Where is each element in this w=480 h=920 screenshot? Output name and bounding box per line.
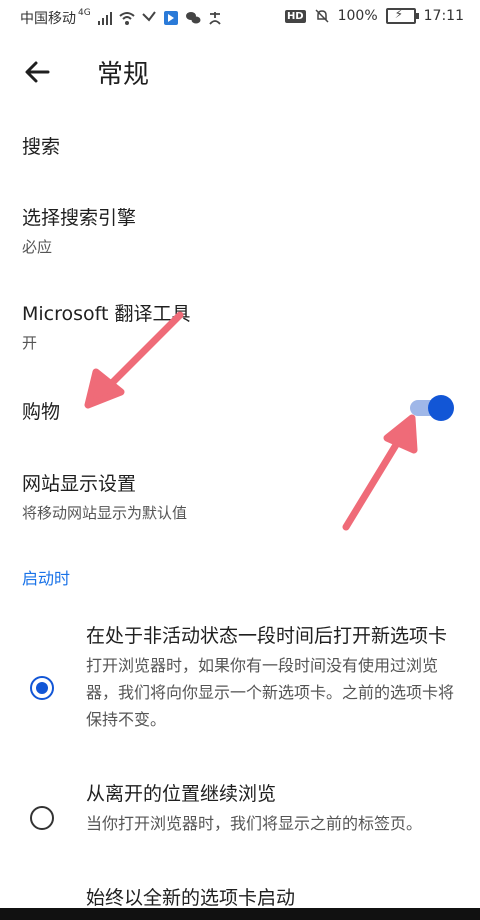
alipay-icon — [209, 12, 221, 25]
setting-title: 网站显示设置 — [22, 473, 137, 495]
clock: 17:11 — [423, 8, 464, 24]
setting-subtitle: 必应 — [22, 238, 53, 256]
bottom-edge — [0, 908, 480, 920]
hd-badge: HD — [284, 9, 306, 23]
radio-continue-where-left[interactable] — [30, 806, 54, 830]
setting-search[interactable]: 搜索 — [22, 132, 452, 159]
carrier-label: 中国移动 — [20, 11, 76, 27]
signal-icon — [97, 12, 112, 25]
network-type: 4G — [78, 8, 91, 18]
setting-site-display[interactable]: 网站显示设置 将移动网站显示为默认值 — [22, 469, 452, 523]
setting-title: 购物 — [22, 401, 61, 423]
status-right: HD 100% ⚡ 17:11 — [284, 7, 464, 24]
setting-subtitle: 开 — [22, 334, 38, 352]
setting-subtitle: 将移动网站显示为默认值 — [22, 504, 188, 522]
wechat-icon — [185, 12, 201, 24]
status-bar: 中国移动 4G HD 100% ⚡ 17:11 — [0, 0, 480, 34]
back-button[interactable] — [20, 54, 56, 90]
setting-title: Microsoft 翻译工具 — [22, 303, 191, 325]
mute-bell-icon — [315, 9, 329, 23]
option-title: 在处于非活动状态一段时间后打开新选项卡 — [86, 625, 448, 647]
option-new-tab-after-inactive[interactable]: 在处于非活动状态一段时间后打开新选项卡 打开浏览器时，如果你有一段时间没有使用过… — [86, 622, 466, 733]
page-title: 常规 — [97, 60, 150, 90]
setting-translator[interactable]: Microsoft 翻译工具 开 — [22, 299, 452, 353]
app-header: 常规 — [0, 40, 480, 100]
option-continue-where-left[interactable]: 从离开的位置继续浏览 当你打开浏览器时，我们将显示之前的标签页。 — [86, 780, 466, 837]
setting-title: 搜索 — [22, 136, 61, 158]
arrow-left-icon — [25, 61, 50, 83]
option-description: 打开浏览器时，如果你有一段时间没有使用过浏览器，我们将向你显示一个新选项卡。之前… — [86, 656, 455, 729]
shopping-toggle[interactable] — [410, 395, 456, 421]
section-title-startup: 启动时 — [22, 569, 71, 588]
app-notification-icon — [163, 11, 178, 25]
wifi-icon — [119, 12, 135, 25]
radio-new-tab-after-inactive[interactable] — [30, 676, 54, 700]
status-left: 中国移动 4G — [20, 8, 223, 28]
toggle-thumb — [428, 395, 454, 421]
missed-call-icon — [141, 11, 156, 22]
setting-shopping[interactable]: 购物 — [22, 397, 452, 424]
option-title: 从离开的位置继续浏览 — [86, 783, 277, 805]
battery-percent: 100% — [337, 8, 378, 24]
setting-search-engine[interactable]: 选择搜索引擎 必应 — [22, 203, 452, 257]
battery-icon: ⚡ — [385, 7, 419, 24]
setting-title: 选择搜索引擎 — [22, 207, 137, 229]
option-description: 当你打开浏览器时，我们将显示之前的标签页。 — [86, 814, 423, 833]
